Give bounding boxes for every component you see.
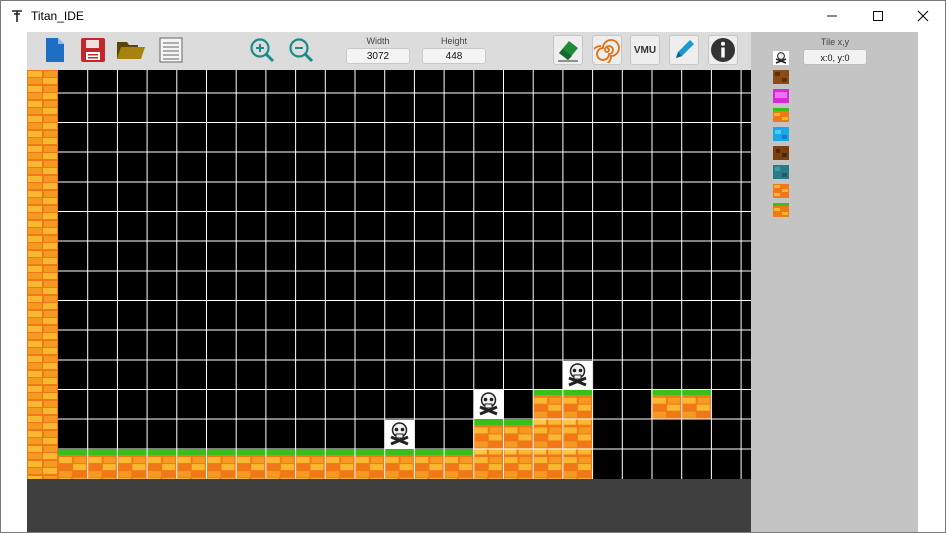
minimize-button[interactable] (809, 1, 855, 31)
tile-palette-panel: Tile x,y x:0, y:0 (751, 32, 918, 532)
close-button[interactable] (900, 1, 945, 31)
right-margin (918, 32, 945, 532)
status-bar (27, 479, 751, 532)
vmu-button[interactable]: VMU (630, 35, 660, 65)
skull-tile[interactable] (773, 51, 789, 65)
height-field[interactable]: 448 (422, 48, 486, 64)
open-folder-button[interactable] (116, 35, 146, 65)
teal-tile[interactable] (773, 165, 789, 179)
grid-lines (58, 70, 751, 479)
maximize-icon (873, 11, 883, 21)
save-button[interactable] (78, 35, 108, 65)
height-label: Height (440, 36, 467, 46)
title-bar: Titan_IDE (1, 1, 945, 31)
new-file-icon (46, 38, 64, 62)
width-label: Width (366, 36, 390, 46)
grass-brick-tile-2[interactable] (773, 203, 789, 217)
brick-tile[interactable] (773, 184, 789, 198)
tile-coords-value: x:0, y:0 (803, 49, 867, 65)
info-icon (711, 38, 735, 62)
info-button[interactable] (708, 35, 738, 65)
list-icon (159, 37, 183, 63)
skull-sprite-2[interactable] (474, 390, 503, 419)
zoom-in-button[interactable] (247, 35, 277, 65)
pink-crystal-tile[interactable] (773, 89, 789, 103)
eraser-button[interactable] (553, 35, 583, 65)
dirt-tile[interactable] (773, 70, 789, 84)
pencil-button[interactable] (669, 35, 699, 65)
window-title: Titan_IDE (31, 9, 84, 23)
open-folder-icon (117, 42, 145, 59)
list-button[interactable] (156, 35, 186, 65)
dirt-dark-tile[interactable] (773, 146, 789, 160)
zoom-out-icon (289, 38, 314, 63)
vmu-icon: VMU (633, 44, 657, 56)
app-window: Titan_IDE Width 3072 Height 448 VMU Tile… (0, 0, 946, 533)
left-brick-strip (27, 70, 58, 479)
zoom-in-icon (250, 38, 275, 63)
titan-logo-icon (10, 9, 24, 23)
skull-sprite-1[interactable] (385, 420, 414, 449)
tile-coords-label: Tile x,y (820, 37, 850, 47)
new-file-button[interactable] (40, 35, 70, 65)
pencil-icon (676, 40, 694, 58)
grass-brick-tile[interactable] (773, 108, 789, 122)
width-field[interactable]: 3072 (346, 48, 410, 64)
zoom-out-button[interactable] (286, 35, 316, 65)
minimize-icon (827, 15, 837, 17)
toolbar: Width 3072 Height 448 VMU (27, 32, 751, 70)
eraser-icon (558, 41, 578, 62)
swirl-icon (594, 39, 620, 63)
skull-sprite-3[interactable] (563, 361, 592, 390)
close-icon (917, 10, 929, 22)
maximize-button[interactable] (855, 1, 901, 31)
water-tile[interactable] (773, 127, 789, 141)
save-icon (81, 38, 105, 62)
swirl-button[interactable] (592, 35, 622, 65)
map-canvas[interactable] (58, 70, 751, 479)
